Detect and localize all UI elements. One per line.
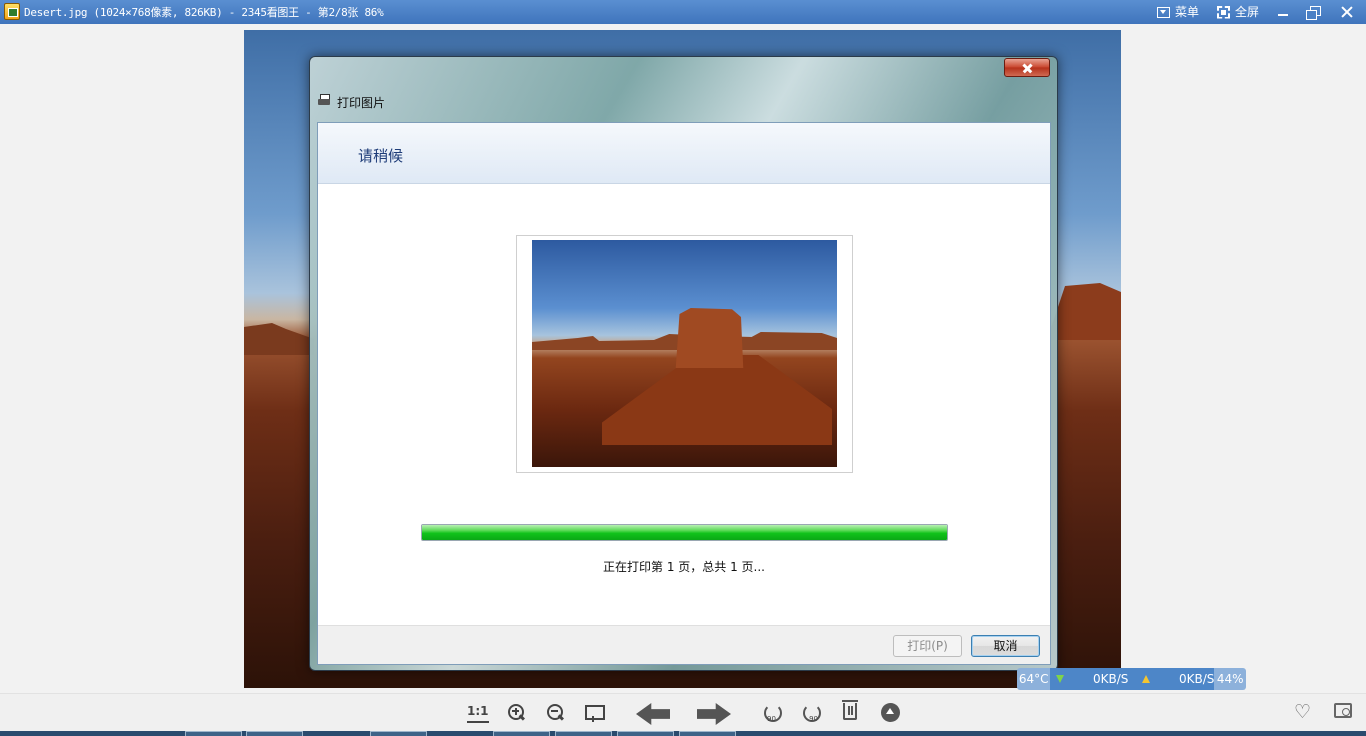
printer-icon (318, 94, 330, 106)
dialog-heading: 请稍候 (358, 147, 404, 165)
rotate-left-degree: 90 (767, 715, 776, 723)
preview-slope (602, 355, 832, 445)
app-logo-icon (4, 3, 20, 20)
zoom-in-icon[interactable] (507, 703, 525, 721)
cancel-button[interactable]: 取消 (971, 635, 1040, 657)
zoom-out-icon[interactable] (546, 703, 564, 721)
print-preview (516, 235, 853, 473)
taskbar-item[interactable] (493, 731, 550, 736)
dialog-body: 请稍候 正在打印第 1 页，总共 1 页... 打印(P) 取消 (317, 122, 1051, 665)
rotate-left-icon[interactable]: 90 (763, 703, 783, 723)
preview-image (532, 240, 837, 467)
print-status-text: 正在打印第 1 页，总共 1 页... (603, 560, 765, 574)
menu-icon (1157, 6, 1170, 18)
delete-icon[interactable] (842, 700, 858, 720)
network-speed: 0KB/S 0KB/S (1050, 668, 1215, 690)
next-arrow-icon[interactable] (697, 703, 731, 725)
taskbar-item[interactable] (185, 731, 242, 736)
windows-taskbar (0, 731, 1366, 736)
dialog-title: 打印图片 (337, 96, 386, 110)
cpu-temperature: 64°C (1017, 668, 1051, 690)
fullscreen-icon (1217, 6, 1230, 19)
dialog-footer: 打印(P) 取消 (318, 625, 1050, 664)
fullscreen-button[interactable]: 全屏 (1217, 3, 1259, 21)
memory-usage: 44% (1214, 668, 1246, 690)
preview-butte (675, 308, 744, 368)
taskbar-item[interactable] (617, 731, 674, 736)
upload-speed: 0KB/S (1178, 672, 1215, 686)
viewer-toolbar: 1:1 90 90 ♡ (0, 693, 1366, 731)
dialog-close-button[interactable] (1004, 58, 1050, 77)
fullscreen-label: 全屏 (1235, 5, 1260, 19)
system-monitor[interactable]: 64°C 0KB/S 0KB/S 44% (1017, 668, 1246, 690)
taskbar-item[interactable] (246, 731, 303, 736)
prev-arrow-icon[interactable] (636, 703, 670, 725)
upload-arrow-icon (1142, 675, 1151, 683)
window-title: Desert.jpg (1024×768像素, 826KB) - 2345看图王… (24, 6, 384, 19)
taskbar-item[interactable] (370, 731, 427, 736)
restore-button[interactable] (1300, 2, 1326, 22)
heart-icon[interactable]: ♡ (1294, 703, 1314, 722)
download-speed: 0KB/S (1092, 672, 1129, 686)
viewer-titlebar: Desert.jpg (1024×768像素, 826KB) - 2345看图王… (0, 0, 1366, 24)
dialog-header: 请稍候 (318, 123, 1050, 184)
photo-mesa-right (1051, 283, 1121, 340)
download-arrow-icon (1056, 675, 1065, 683)
menu-button[interactable]: 菜单 (1157, 3, 1199, 21)
minimize-button[interactable] (1270, 2, 1296, 22)
photo-mesa-left (244, 323, 314, 355)
print-button[interactable]: 打印(P) (893, 635, 962, 657)
folder-search-icon[interactable] (1334, 703, 1352, 718)
progress-fill (422, 525, 947, 540)
print-progress-bar (421, 524, 948, 541)
close-button[interactable] (1334, 2, 1360, 22)
menu-label: 菜单 (1175, 5, 1200, 19)
fit-screen-icon[interactable] (585, 703, 605, 722)
up-icon[interactable] (881, 703, 900, 722)
taskbar-item[interactable] (679, 731, 736, 736)
rotate-right-icon[interactable]: 90 (802, 703, 822, 723)
taskbar-item[interactable] (555, 731, 612, 736)
rotate-right-degree: 90 (809, 715, 818, 723)
print-dialog: 打印图片 请稍候 正在打印第 1 页，总共 1 页... 打印(P) 取消 (309, 56, 1058, 671)
actual-size-button[interactable]: 1:1 (467, 703, 489, 723)
